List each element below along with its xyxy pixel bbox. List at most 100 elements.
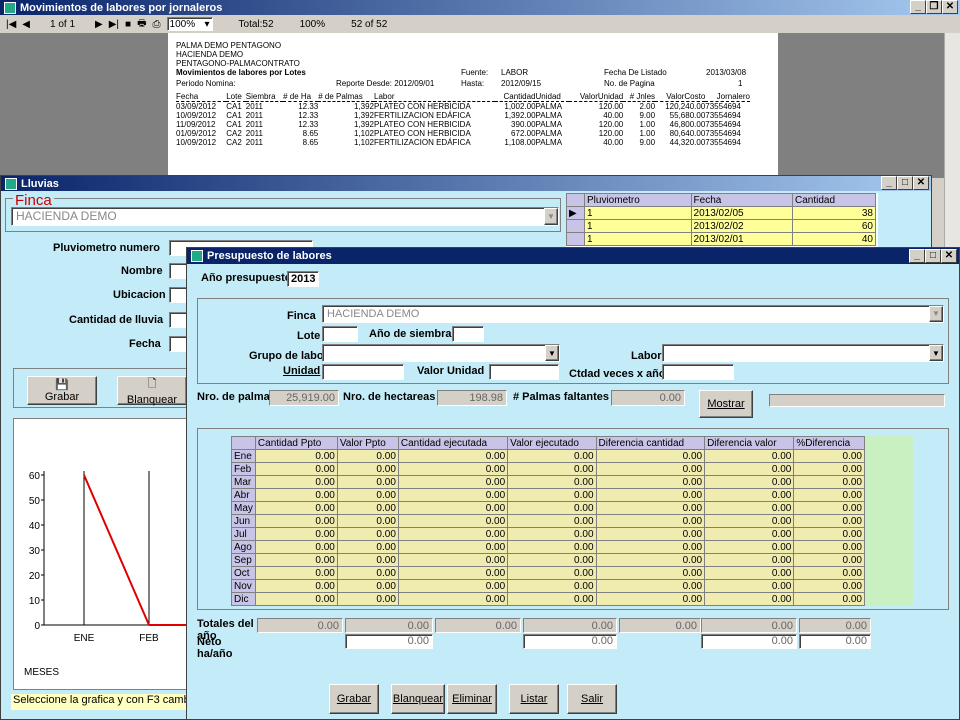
minimize-button[interactable]: _ (910, 0, 926, 14)
budget-cell[interactable]: 0.00 (336, 592, 399, 606)
budget-cell[interactable]: 0.00 (507, 488, 597, 502)
pluv-cell[interactable]: 40 (792, 232, 876, 246)
budget-cell[interactable]: 0.00 (595, 566, 706, 580)
budget-row[interactable]: Ago 0.00 0.00 0.00 0.00 0.00 0.00 0.00 (231, 540, 865, 554)
pluv-cell[interactable]: 60 (792, 219, 876, 233)
budget-cell[interactable]: 0.00 (254, 527, 338, 541)
budget-cell[interactable]: 0.00 (595, 553, 706, 567)
budget-row[interactable]: Oct 0.00 0.00 0.00 0.00 0.00 0.00 0.00 (231, 566, 865, 580)
pluv-cell[interactable]: 38 (792, 206, 876, 220)
pluv-row[interactable]: ▶ 1 2013/02/05 38 (566, 206, 876, 220)
budget-cell[interactable]: 0.00 (254, 449, 338, 463)
budget-cell[interactable]: 0.00 (254, 540, 338, 554)
print-icon[interactable]: 🖶 (137, 16, 146, 33)
budget-cell[interactable]: 0.00 (254, 514, 338, 528)
budget-cell[interactable]: 0.00 (254, 475, 338, 489)
budget-cell[interactable]: 0.00 (704, 449, 795, 463)
budget-row[interactable]: May 0.00 0.00 0.00 0.00 0.00 0.00 0.00 (231, 501, 865, 515)
eliminar-button[interactable]: Eliminar (447, 684, 497, 714)
restore-button[interactable]: ❐ (926, 0, 942, 14)
pluv-cell[interactable]: 1 (584, 232, 692, 246)
budget-cell[interactable]: 0.00 (704, 553, 795, 567)
budget-cell[interactable]: 0.00 (397, 553, 509, 567)
budget-cell[interactable]: 0.00 (336, 579, 399, 593)
row-selector[interactable]: ▶ (566, 206, 585, 220)
budget-cell[interactable]: 0.00 (336, 462, 399, 476)
minimize-button[interactable]: _ (881, 176, 897, 190)
chevron-down-icon[interactable]: ▼ (929, 345, 943, 361)
budget-cell[interactable]: 0.00 (704, 579, 795, 593)
stop-icon[interactable]: ■ (125, 19, 131, 30)
unidad-input[interactable] (322, 364, 404, 380)
budget-cell[interactable]: 0.00 (507, 579, 597, 593)
budget-cell[interactable]: 0.00 (704, 501, 795, 515)
budget-cell[interactable]: 0.00 (254, 553, 338, 567)
blanquear-button[interactable]: 🗋 Blanquear (117, 376, 187, 406)
budget-cell[interactable]: 0.00 (595, 592, 706, 606)
budget-cell[interactable]: 0.00 (336, 527, 399, 541)
pluv-cell[interactable]: 2013/02/05 (690, 206, 794, 220)
chevron-down-icon[interactable]: ▼ (929, 306, 943, 322)
budget-cell[interactable]: 0.00 (397, 488, 509, 502)
pluv-cell[interactable]: 2013/02/01 (690, 232, 794, 246)
budget-cell[interactable]: 0.00 (595, 540, 706, 554)
budget-cell[interactable]: 0.00 (793, 462, 865, 476)
budget-cell[interactable]: 0.00 (397, 449, 509, 463)
close-button[interactable]: ✕ (941, 249, 957, 263)
budget-cell[interactable]: 0.00 (595, 488, 706, 502)
budget-cell[interactable]: 0.00 (397, 592, 509, 606)
pluv-row[interactable]: 1 2013/02/02 60 (566, 219, 876, 233)
lote-input[interactable] (322, 326, 358, 342)
budget-cell[interactable]: 0.00 (704, 475, 795, 489)
prev-page-icon[interactable]: ◀ (22, 19, 30, 30)
budget-col-header[interactable]: Cantidad ejecutada (397, 436, 509, 450)
budget-cell[interactable]: 0.00 (595, 501, 706, 515)
budget-cell[interactable]: 0.00 (336, 514, 399, 528)
budget-cell[interactable]: 0.00 (704, 566, 795, 580)
mostrar-button[interactable]: Mostrar (699, 390, 753, 418)
budget-cell[interactable]: 0.00 (336, 449, 399, 463)
budget-cell[interactable]: 0.00 (254, 501, 338, 515)
maximize-button[interactable]: □ (925, 249, 941, 263)
pluv-cell[interactable]: 1 (584, 206, 692, 220)
grabar-button[interactable]: 💾 Grabar (27, 376, 97, 405)
budget-cell[interactable]: 0.00 (595, 579, 706, 593)
budget-cell[interactable]: 0.00 (595, 475, 706, 489)
budget-cell[interactable]: 0.00 (793, 553, 865, 567)
pluv-col-header[interactable]: Cantidad (792, 193, 876, 207)
budget-cell[interactable]: 0.00 (507, 527, 597, 541)
finca-select[interactable]: HACIENDA DEMO ▼ (11, 207, 559, 226)
labor-select[interactable]: ▼ (662, 344, 944, 362)
close-button[interactable]: ✕ (942, 0, 958, 14)
budget-cell[interactable]: 0.00 (595, 527, 706, 541)
close-button[interactable]: ✕ (913, 176, 929, 190)
budget-row[interactable]: Jun 0.00 0.00 0.00 0.00 0.00 0.00 0.00 (231, 514, 865, 528)
budget-cell[interactable]: 0.00 (397, 566, 509, 580)
budget-cell[interactable]: 0.00 (507, 462, 597, 476)
budget-cell[interactable]: 0.00 (397, 514, 509, 528)
budget-cell[interactable]: 0.00 (793, 527, 865, 541)
budget-cell[interactable]: 0.00 (507, 449, 597, 463)
budget-cell[interactable]: 0.00 (793, 475, 865, 489)
grupo-select[interactable]: ▼ (322, 344, 560, 362)
budget-cell[interactable]: 0.00 (793, 592, 865, 606)
budget-row[interactable]: Feb 0.00 0.00 0.00 0.00 0.00 0.00 0.00 (231, 462, 865, 476)
budget-col-header[interactable]: %Diferencia (793, 436, 865, 450)
ctdad-input[interactable] (662, 364, 734, 380)
budget-cell[interactable]: 0.00 (595, 514, 706, 528)
budget-cell[interactable]: 0.00 (336, 553, 399, 567)
budget-cell[interactable]: 0.00 (336, 475, 399, 489)
export-icon[interactable]: ⎙ (153, 19, 161, 30)
next-page-icon[interactable]: ▶ (95, 19, 103, 30)
pluv-col-header[interactable]: Pluviometro (584, 193, 692, 207)
last-page-icon[interactable]: ▶| (109, 19, 119, 30)
budget-col-header[interactable]: Valor ejecutado (507, 436, 597, 450)
budget-col-header[interactable]: Valor Ppto (336, 436, 399, 450)
budget-cell[interactable]: 0.00 (793, 449, 865, 463)
row-selector[interactable] (566, 219, 585, 233)
budget-row[interactable]: Dic 0.00 0.00 0.00 0.00 0.00 0.00 0.00 (231, 592, 865, 606)
budget-row[interactable]: Sep 0.00 0.00 0.00 0.00 0.00 0.00 0.00 (231, 553, 865, 567)
anio-input[interactable]: 2013 (287, 271, 319, 287)
budget-row[interactable]: Nov 0.00 0.00 0.00 0.00 0.00 0.00 0.00 (231, 579, 865, 593)
budget-cell[interactable]: 0.00 (793, 579, 865, 593)
